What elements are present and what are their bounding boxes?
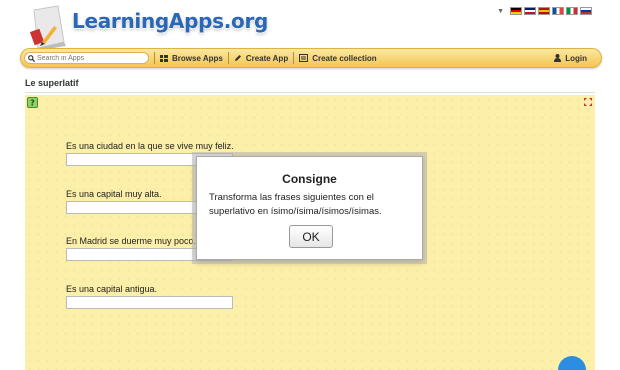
language-selector[interactable]: ▼: [497, 7, 592, 15]
create-collection-label: Create collection: [312, 53, 377, 63]
next-button[interactable]: [558, 356, 586, 370]
question-label: En Madrid se duerme muy poco.: [66, 236, 197, 246]
ok-button[interactable]: OK: [289, 225, 333, 248]
question-label: Es una capital antigua.: [66, 284, 158, 294]
search-input[interactable]: [37, 54, 137, 62]
title-divider: [25, 92, 595, 93]
toolbar-divider: [154, 52, 155, 64]
browse-apps-button[interactable]: Browse Apps: [160, 54, 223, 63]
pencil-icon: [234, 55, 241, 61]
main-toolbar: Browse Apps Create App Create collection…: [20, 48, 602, 68]
search-box[interactable]: [24, 52, 149, 64]
create-app-button[interactable]: Create App: [234, 54, 288, 63]
dialog-title: Consigne: [282, 172, 337, 186]
login-label: Login: [565, 53, 587, 63]
question-label: Es una ciudad en la que se vive muy feli…: [66, 141, 234, 151]
create-collection-button[interactable]: Create collection: [299, 53, 377, 63]
instruction-dialog: Consigne Transforma las frases siguiente…: [196, 156, 423, 260]
fullscreen-icon[interactable]: [584, 98, 592, 106]
it-flag-icon[interactable]: [566, 7, 578, 15]
es-flag-icon[interactable]: [538, 7, 550, 15]
logo-book-icon: [29, 5, 66, 50]
logo-text: LearningApps.org: [72, 9, 269, 33]
question-label: Es una capital muy alta.: [66, 189, 162, 199]
ru-flag-icon[interactable]: [580, 7, 592, 15]
logo[interactable]: LearningApps.org: [20, 0, 268, 50]
gb-flag-icon[interactable]: [524, 7, 536, 15]
grid-icon: [160, 54, 168, 62]
toolbar-divider: [227, 52, 229, 64]
toolbar-divider: [293, 52, 295, 64]
app-title: Le superlatif: [25, 78, 79, 88]
user-icon: [554, 54, 562, 62]
de-flag-icon[interactable]: [510, 7, 522, 15]
browse-apps-label: Browse Apps: [172, 53, 223, 63]
fr-flag-icon[interactable]: [552, 7, 564, 15]
dialog-text: Transforma las frases siguientes con el …: [209, 192, 382, 217]
search-icon: [28, 54, 35, 62]
collection-icon: [299, 54, 309, 62]
help-icon[interactable]: ?: [27, 97, 38, 108]
svg-text:?: ?: [30, 99, 35, 108]
login-button[interactable]: Login: [554, 54, 587, 63]
chevron-down-icon[interactable]: ▼: [497, 8, 504, 15]
create-app-label: Create App: [245, 53, 289, 63]
answer-input[interactable]: [66, 296, 233, 309]
